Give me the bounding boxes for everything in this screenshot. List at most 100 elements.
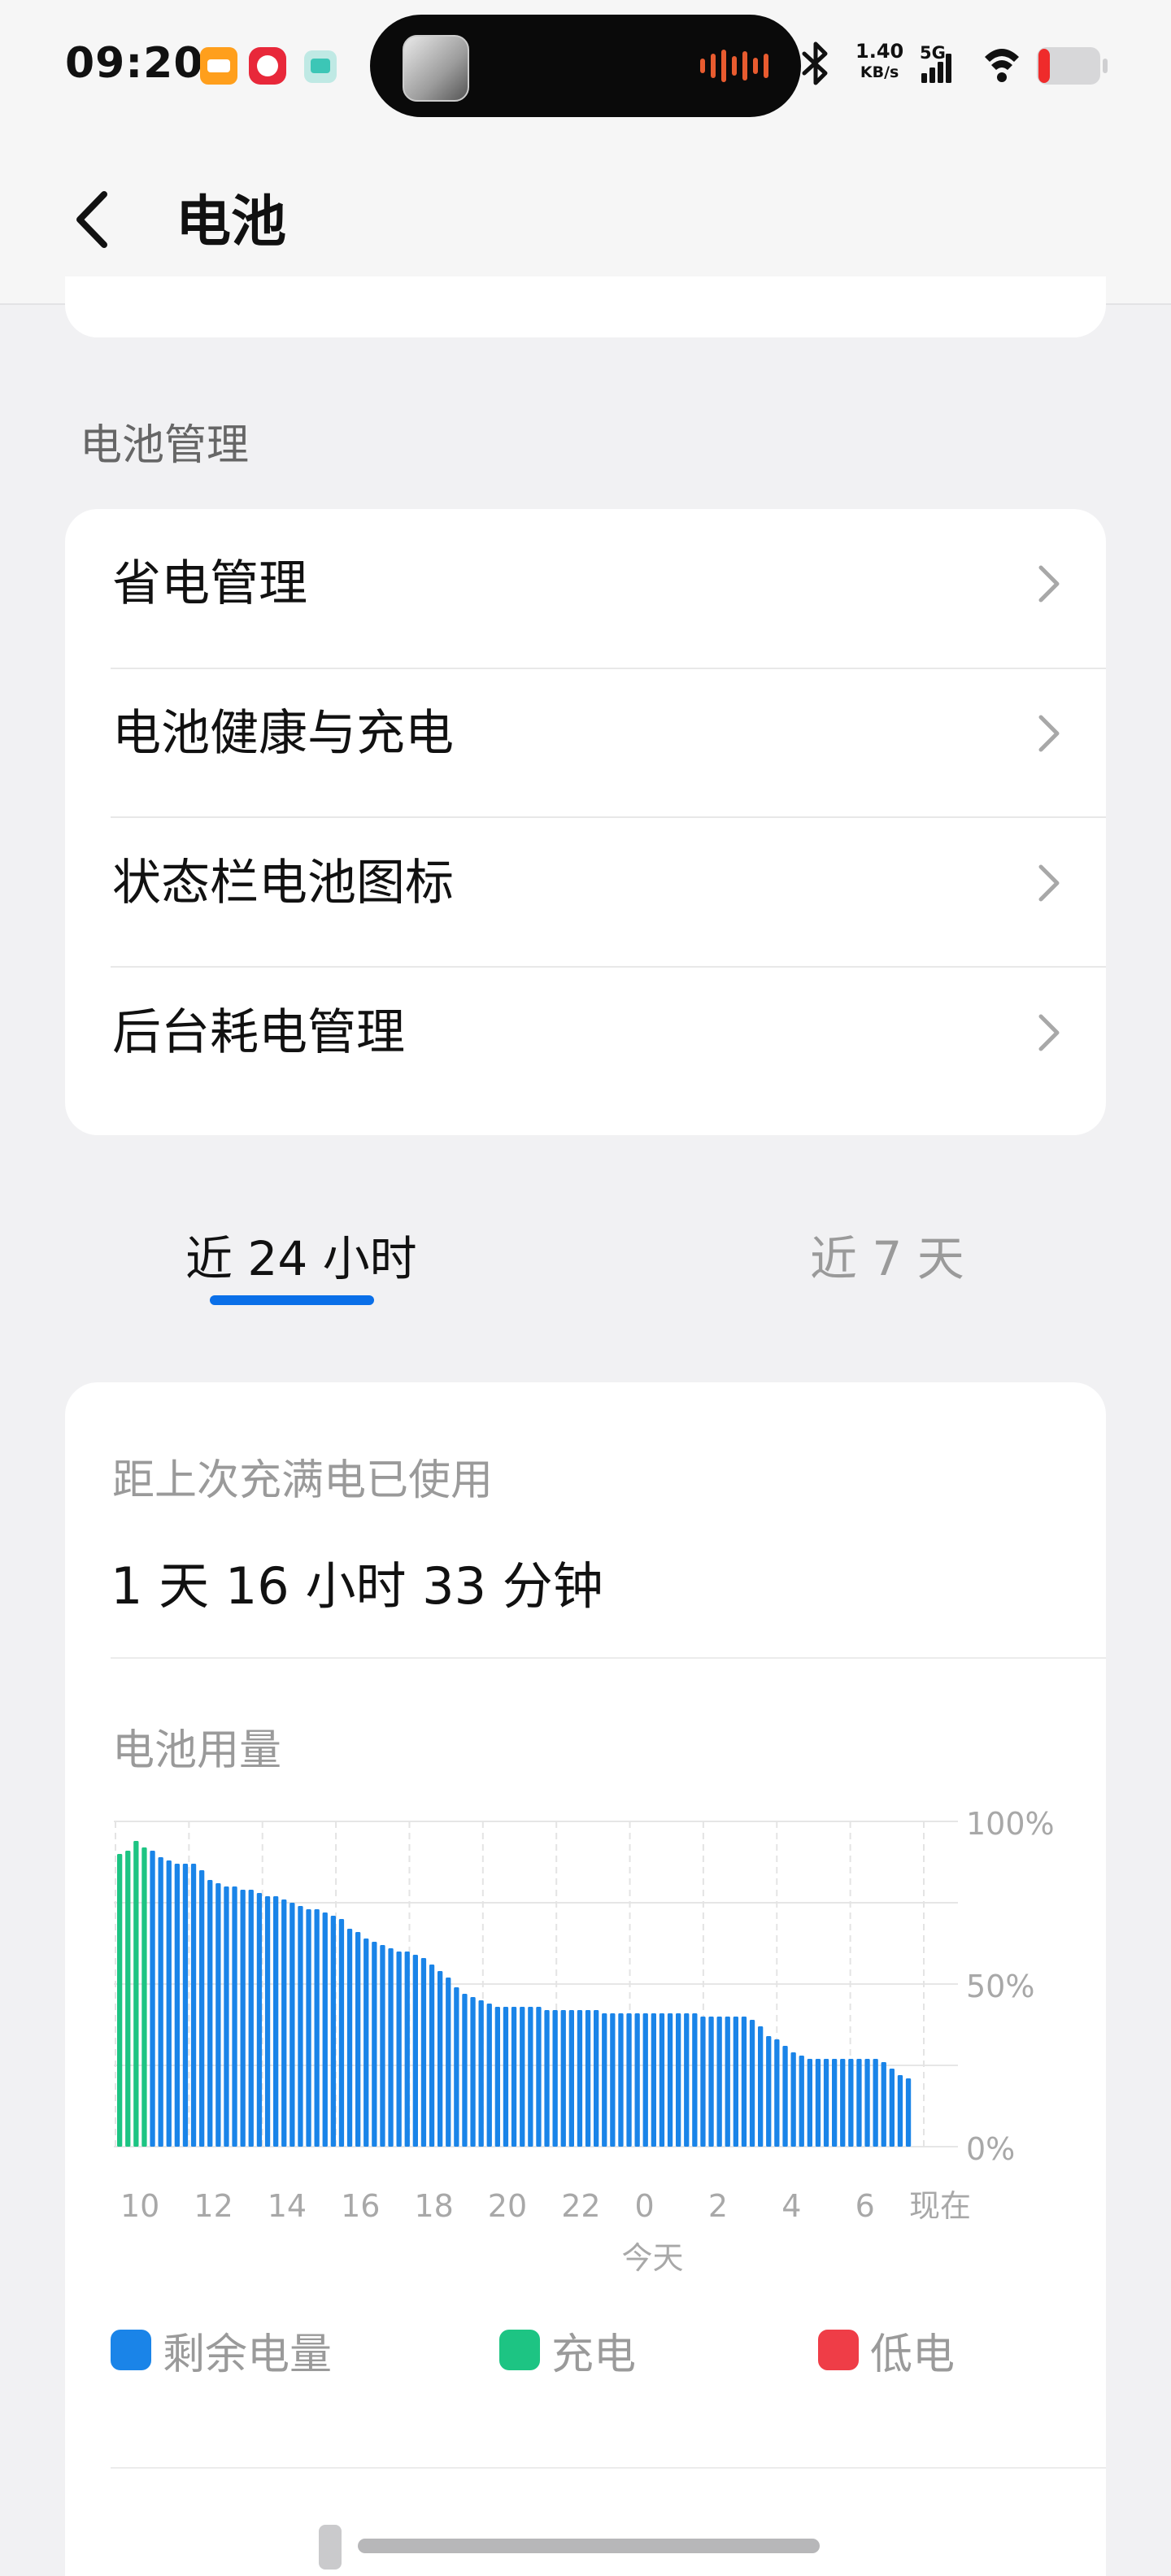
bar-charging	[133, 1841, 139, 2147]
bar-remaining	[799, 2056, 804, 2147]
notification-app-icon	[249, 47, 286, 85]
x-tick-label: 0	[635, 2188, 655, 2224]
menu-item-battery-health[interactable]: 电池健康与充电	[65, 659, 1106, 808]
bar-remaining	[700, 2017, 706, 2147]
x-tick-label: 22	[561, 2188, 600, 2224]
y-tick-label: 50%	[966, 1969, 1034, 2004]
bar-remaining	[256, 1893, 263, 2147]
menu-item-background-power[interactable]: 后台耗电管理	[65, 958, 1106, 1107]
bar-remaining	[429, 1965, 435, 2147]
bar-remaining	[454, 1987, 459, 2147]
bar-remaining	[215, 1883, 221, 2147]
back-arrow-icon[interactable]	[70, 183, 119, 256]
x-tick-label: 4	[781, 2188, 801, 2224]
legend-item-remaining: 剩余电量	[111, 2326, 332, 2379]
battery-usage-chart[interactable]: 100% 50% 0% 10 12 14 16 18 20 22 0 2 4 6 现在今天	[65, 1382, 1106, 2277]
bar-remaining	[856, 2059, 862, 2147]
notification-app-icon	[200, 47, 237, 85]
bar-remaining	[634, 2013, 640, 2147]
battery-management-card: 省电管理 电池健康与充电 状态栏电池图标 后台耗电管理	[65, 509, 1106, 1135]
signal-icon: 5G	[920, 43, 951, 83]
bar-remaining	[520, 2007, 525, 2147]
notification-app-icon	[304, 50, 337, 83]
y-tick-label: 0%	[966, 2131, 1015, 2167]
menu-item-label: 状态栏电池图标	[112, 855, 454, 912]
bar-remaining	[363, 1939, 369, 2147]
chevron-right-icon	[1038, 1014, 1060, 1051]
bar-remaining	[372, 1942, 377, 2147]
tab-selected-indicator	[210, 1295, 374, 1305]
x-tick-label: 10	[120, 2188, 159, 2224]
bar-remaining	[667, 2013, 673, 2147]
bar-remaining	[224, 1886, 229, 2147]
bar-remaining	[692, 2013, 698, 2147]
bar-remaining	[594, 2010, 599, 2147]
bar-remaining	[503, 2007, 509, 2147]
legend-label: 充电	[551, 2330, 637, 2379]
media-thumbnail[interactable]	[403, 35, 469, 102]
tab-24-hours[interactable]: 近 24 小时	[185, 1226, 417, 1291]
bar-remaining	[486, 2004, 492, 2147]
bar-remaining	[314, 1909, 320, 2147]
status-bar: 09:20 5G 1.40 KB/s	[0, 0, 1171, 134]
bar-remaining	[766, 2036, 772, 2147]
bar-remaining	[248, 1890, 254, 2147]
bar-remaining	[182, 1864, 189, 2147]
legend-label: 低电	[870, 2330, 956, 2379]
wifi-icon	[985, 49, 1019, 82]
bar-remaining	[338, 1919, 345, 2147]
bar-remaining	[462, 1994, 468, 2147]
bar-remaining	[807, 2059, 812, 2147]
bar-remaining	[207, 1880, 213, 2147]
bar-remaining	[289, 1903, 295, 2147]
bar-remaining	[412, 1955, 418, 2147]
bar-remaining	[626, 2013, 632, 2147]
nav-ghost-icon	[319, 2525, 342, 2569]
bar-remaining	[404, 1952, 410, 2147]
bar-remaining	[306, 1909, 311, 2147]
legend-label: 剩余电量	[163, 2330, 333, 2379]
x-tick-label: 2	[708, 2188, 728, 2224]
network-speed-value: 1.40	[855, 40, 904, 63]
bar-charging	[141, 1847, 147, 2147]
divider	[111, 2467, 1106, 2469]
section-title-battery-management: 电池管理	[80, 421, 250, 470]
bar-remaining	[388, 1948, 394, 2147]
legend-item-charging: 充电	[499, 2326, 636, 2379]
bar-remaining	[470, 1997, 476, 2147]
tab-7-days[interactable]: 近 7 天	[810, 1226, 964, 1291]
dynamic-island[interactable]	[370, 15, 801, 117]
x-tick-label: 现在	[909, 2188, 971, 2224]
bar-remaining	[232, 1886, 237, 2147]
bar-charging	[125, 1851, 131, 2147]
previous-card-remnant	[65, 276, 1106, 337]
battery-usage-card: 距上次充满电已使用 1 天 16 小时 33 分钟 电池用量 100% 50% 0%…	[65, 1382, 1106, 2576]
legend-swatch	[818, 2330, 859, 2370]
x-tick-label: 14	[268, 2188, 307, 2224]
x-tick-label: 12	[194, 2188, 233, 2224]
bar-charging	[117, 1854, 123, 2147]
battery-low-icon	[1037, 47, 1108, 85]
bar-remaining	[790, 2052, 796, 2147]
bar-remaining	[494, 2007, 500, 2147]
bar-remaining	[273, 1896, 279, 2147]
bar-remaining	[815, 2059, 821, 2147]
bar-remaining	[437, 1971, 443, 2147]
bar-remaining	[782, 2046, 788, 2147]
bar-remaining	[568, 2010, 574, 2147]
bar-remaining	[158, 1857, 163, 2147]
bar-remaining	[676, 2013, 681, 2147]
bar-remaining	[749, 2020, 755, 2147]
bar-remaining	[823, 2059, 829, 2147]
bar-remaining	[322, 1912, 328, 2147]
home-indicator[interactable]	[358, 2539, 820, 2553]
bar-remaining	[355, 1932, 361, 2147]
menu-item-status-bar-battery-icon[interactable]: 状态栏电池图标	[65, 808, 1106, 958]
bar-remaining	[380, 1945, 385, 2147]
chevron-right-icon	[1038, 565, 1060, 603]
chevron-right-icon	[1038, 864, 1060, 902]
bar-remaining	[716, 2017, 722, 2147]
bar-remaining	[725, 2017, 730, 2147]
menu-item-power-saving[interactable]: 省电管理	[65, 509, 1106, 659]
bar-remaining	[420, 1958, 427, 2147]
